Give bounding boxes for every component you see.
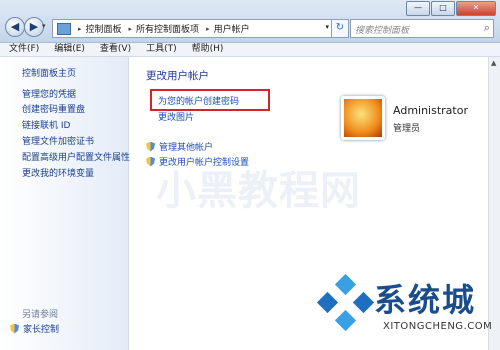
shield-icon	[146, 156, 155, 167]
logo-text: 系统城	[374, 281, 477, 319]
search-placeholder[interactable]: 搜索控制面板	[355, 23, 409, 36]
sidebar: 控制面板主页 管理您的凭据 创建密码重置盘 链接联机 ID 管理文件加密证书 配…	[0, 57, 130, 350]
account-role: 管理员	[393, 124, 421, 134]
menu-tools[interactable]: 工具(T)	[137, 43, 183, 56]
sidebar-profile-properties[interactable]: 配置高级用户配置文件属性	[22, 150, 130, 163]
account-card: Administrator 管理员	[338, 92, 478, 144]
logo-diamond-icon	[334, 309, 357, 332]
title-bar: — □ ✕ ◀ ▶ ▾ ▸ 控制面板 ▸ 所有控制面板项 ▸ 用户帐户 ▾ ↻ …	[0, 0, 500, 43]
refresh-button[interactable]: ↻	[331, 19, 349, 38]
account-name: Administrator	[393, 104, 468, 117]
change-picture-link[interactable]: 更改图片	[158, 110, 194, 123]
control-panel-icon	[57, 22, 71, 35]
watermark-text: 小黑教程网	[156, 168, 361, 214]
sidebar-home-link[interactable]: 控制面板主页	[22, 66, 76, 79]
breadcrumb-user-accounts[interactable]: 用户帐户	[214, 22, 250, 35]
close-button[interactable]: ✕	[456, 1, 496, 16]
sidebar-environment-vars[interactable]: 更改我的环境变量	[22, 166, 94, 179]
address-dropdown-icon[interactable]: ▾	[325, 23, 329, 31]
create-password-link[interactable]: 为您的帐户创建密码	[158, 94, 239, 107]
shield-icon	[146, 141, 155, 152]
parental-controls-link[interactable]: 家长控制	[10, 322, 59, 335]
maximize-button[interactable]: □	[431, 1, 455, 16]
sidebar-manage-credentials[interactable]: 管理您的凭据	[22, 87, 76, 100]
page-title: 更改用户帐户	[146, 70, 209, 82]
manage-other-accounts-link[interactable]: 管理其他帐户	[159, 140, 213, 153]
menu-edit[interactable]: 编辑(E)	[45, 43, 91, 56]
logo-diamond-icon	[352, 291, 375, 314]
back-button[interactable]: ◀	[5, 17, 25, 37]
account-picture[interactable]	[341, 96, 385, 140]
sidebar-file-encryption[interactable]: 管理文件加密证书	[22, 134, 94, 147]
logo-subtext: XITONGCHENG.COM	[383, 321, 493, 332]
forward-button[interactable]: ▶	[24, 17, 44, 37]
menu-help[interactable]: 帮助(H)	[183, 43, 230, 56]
search-icon[interactable]: ⌕	[484, 21, 490, 35]
address-bar[interactable]: ▸ 控制面板 ▸ 所有控制面板项 ▸ 用户帐户 ▾	[52, 19, 332, 38]
see-also-label: 另请参阅	[22, 310, 59, 320]
sidebar-create-reset-disk[interactable]: 创建密码重置盘	[22, 102, 85, 115]
menu-view[interactable]: 查看(V)	[91, 43, 137, 56]
menu-bar: 文件(F) 编辑(E) 查看(V) 工具(T) 帮助(H)	[0, 43, 500, 57]
breadcrumb-control-panel[interactable]: 控制面板	[86, 22, 122, 35]
search-box[interactable]: 搜索控制面板 ⌕	[350, 19, 494, 38]
window-controls: — □ ✕	[405, 1, 496, 16]
site-logo: 系统城 XITONGCHENG.COM	[302, 265, 500, 350]
sidebar-link-online-id[interactable]: 链接联机 ID	[22, 118, 70, 131]
logo-diamond-icon	[316, 291, 339, 314]
menu-file[interactable]: 文件(F)	[0, 43, 45, 56]
shield-icon	[10, 323, 19, 334]
history-dropdown-icon[interactable]: ▾	[42, 22, 46, 30]
breadcrumb-all-items[interactable]: 所有控制面板项	[136, 22, 199, 35]
breadcrumb-separator-icon[interactable]: ▸	[206, 25, 210, 33]
parental-controls-label[interactable]: 家长控制	[23, 322, 59, 335]
logo-diamond-icon	[334, 273, 357, 296]
scroll-up-icon[interactable]: ▲	[491, 59, 496, 67]
minimize-button[interactable]: —	[406, 1, 430, 16]
breadcrumb-separator-icon[interactable]: ▸	[78, 25, 82, 33]
manage-other-accounts-row[interactable]: 管理其他帐户	[146, 140, 213, 153]
breadcrumb-separator-icon[interactable]: ▸	[129, 25, 133, 33]
